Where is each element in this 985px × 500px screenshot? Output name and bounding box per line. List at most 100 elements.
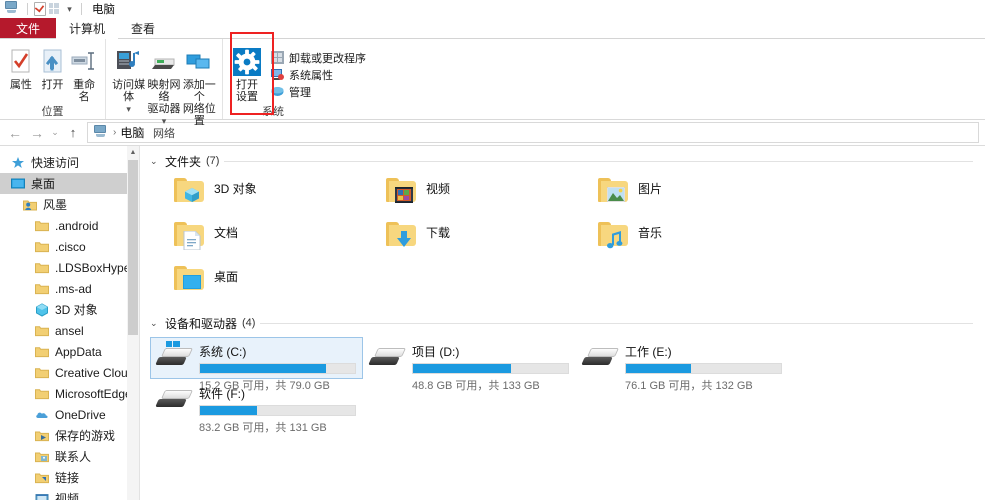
ribbon-group-network: 访问媒体 ▾ 映射网络 驱动器 ▾ 添加一个 网络位置 网络 bbox=[105, 39, 222, 140]
sidebar-item[interactable]: MicrosoftEdgeBa bbox=[0, 383, 139, 404]
sidebar-item[interactable]: 快速访问 bbox=[0, 152, 139, 173]
access-media-button[interactable]: 访问媒体 ▾ bbox=[111, 43, 146, 115]
drive-name: 工作 (E:) bbox=[625, 345, 672, 359]
drives-chevron-down-icon[interactable]: ⌄ bbox=[150, 318, 160, 329]
music-folder-icon bbox=[596, 220, 630, 250]
open-button[interactable]: 打开 bbox=[37, 43, 69, 91]
sidebar-item-label: ansel bbox=[55, 323, 84, 338]
sidebar-item[interactable]: .ms-ad bbox=[0, 278, 139, 299]
computer-icon bbox=[4, 1, 20, 17]
rename-icon bbox=[70, 47, 98, 77]
drive-icon bbox=[368, 342, 407, 372]
sidebar-item[interactable]: 保存的游戏 bbox=[0, 425, 139, 446]
folder-tile[interactable]: 文档 bbox=[150, 220, 362, 264]
sidebar-item[interactable]: AppData bbox=[0, 341, 139, 362]
sidebar-item[interactable]: .android bbox=[0, 215, 139, 236]
sidebar-item[interactable]: 视频 bbox=[0, 488, 139, 500]
drive-free-space-text: 48.8 GB 可用，共 133 GB bbox=[412, 380, 540, 392]
tab-computer[interactable]: 计算机 bbox=[56, 18, 119, 39]
folder-icon bbox=[34, 281, 50, 297]
sidebar-item[interactable]: 桌面 bbox=[0, 173, 139, 194]
recent-locations-button[interactable]: ⌄ bbox=[48, 122, 62, 144]
drive-tile[interactable]: 系统 (C:) 15.2 GB 可用，共 79.0 GB bbox=[150, 337, 363, 392]
folders-group-header[interactable]: ⌄ 文件夹 (7) bbox=[150, 152, 985, 170]
quick-access-paste-icon[interactable] bbox=[47, 2, 62, 17]
map-drive-chevron-down-icon[interactable]: ▾ bbox=[162, 116, 167, 126]
add-network-location-button[interactable]: 添加一个 网络位置 bbox=[182, 43, 217, 127]
ribbon-group-location-label: 位置 bbox=[41, 106, 64, 118]
downloads-folder-icon bbox=[384, 220, 418, 250]
sidebar-item[interactable]: .cisco bbox=[0, 236, 139, 257]
drive-capacity-fill bbox=[413, 364, 511, 373]
folder-tile[interactable]: 图片 bbox=[574, 176, 786, 220]
sidebar-item-label: .cisco bbox=[55, 239, 86, 254]
properties-button[interactable]: 属性 bbox=[5, 43, 37, 91]
folder-icon bbox=[34, 386, 50, 402]
drives-group-count: (4) bbox=[242, 317, 256, 329]
sidebar-item[interactable]: Creative Cloud Fi bbox=[0, 362, 139, 383]
folder-tile[interactable]: 音乐 bbox=[574, 220, 786, 264]
ribbon-group-network-label: 网络 bbox=[153, 128, 175, 140]
ribbon-tabstrip: 文件 计算机 查看 bbox=[0, 18, 985, 39]
ribbon-group-system-label: 系统 bbox=[262, 106, 284, 118]
add-network-location-label: 添加一个 bbox=[182, 79, 216, 103]
sidebar-item[interactable]: 风墨 bbox=[0, 194, 139, 215]
drive-tile[interactable]: 工作 (E:) 76.1 GB 可用，共 132 GB bbox=[576, 337, 789, 392]
quick-access-customize-caret-icon[interactable]: ▾ bbox=[62, 2, 77, 17]
folder-tile-label: 下载 bbox=[426, 226, 451, 240]
drives-group-header[interactable]: ⌄ 设备和驱动器 (4) bbox=[150, 314, 985, 332]
folder-tile-label: 音乐 bbox=[638, 226, 663, 240]
uninstall-change-program-item[interactable]: 卸载或更改程序 bbox=[267, 49, 369, 66]
titlebar-divider bbox=[27, 3, 28, 15]
folder-tile[interactable]: 视频 bbox=[362, 176, 574, 220]
folder-tile[interactable]: 3D 对象 bbox=[150, 176, 362, 220]
open-settings-button[interactable]: 打开 设置 bbox=[233, 43, 261, 103]
drive-capacity-fill bbox=[200, 406, 258, 415]
up-button[interactable]: ↑ bbox=[62, 122, 84, 144]
forward-button[interactable]: → bbox=[26, 122, 48, 144]
back-button[interactable]: ← bbox=[4, 122, 26, 144]
sidebar-item[interactable]: ansel bbox=[0, 320, 139, 341]
sidebar-item[interactable]: 联系人 bbox=[0, 446, 139, 467]
sidebar-item[interactable]: OneDrive bbox=[0, 404, 139, 425]
contacts-icon bbox=[34, 449, 50, 465]
tab-file[interactable]: 文件 bbox=[0, 18, 57, 38]
navigation-scrollbar-thumb[interactable] bbox=[128, 160, 138, 335]
drive-icon bbox=[155, 384, 194, 414]
sidebar-item-label: OneDrive bbox=[55, 407, 106, 422]
folder-tile[interactable]: 桌面 bbox=[150, 264, 362, 308]
drive-tile[interactable]: 项目 (D:) 48.8 GB 可用，共 133 GB bbox=[363, 337, 576, 392]
manage-item[interactable]: 管理 bbox=[267, 83, 369, 100]
drive-free-space-text: 76.1 GB 可用，共 132 GB bbox=[625, 380, 753, 392]
address-computer-icon bbox=[93, 124, 109, 141]
folder-tile[interactable]: 下载 bbox=[362, 220, 574, 264]
desktop-icon bbox=[10, 176, 26, 192]
sidebar-item[interactable]: 链接 bbox=[0, 467, 139, 488]
map-drive-icon bbox=[150, 47, 178, 77]
map-network-drive-button[interactable]: 映射网络 驱动器 ▾ bbox=[146, 43, 181, 127]
access-media-chevron-down-icon[interactable]: ▾ bbox=[126, 104, 131, 114]
drives-grid: 系统 (C:) 15.2 GB 可用，共 79.0 GB 项目 (D:) 48.8 G… bbox=[150, 332, 985, 434]
sidebar-item-label: .ms-ad bbox=[55, 281, 92, 296]
sidebar-item-label: AppData bbox=[55, 344, 102, 359]
sidebar-item[interactable]: 3D 对象 bbox=[0, 299, 139, 320]
tab-view[interactable]: 查看 bbox=[118, 18, 168, 38]
manage-label: 管理 bbox=[289, 86, 311, 99]
folders-group-title: 文件夹 bbox=[165, 154, 202, 169]
sidebar-item[interactable]: .LDSBoxHypervis bbox=[0, 257, 139, 278]
sidebar-item-label: 链接 bbox=[55, 471, 80, 485]
system-properties-item[interactable]: 系统属性 bbox=[267, 66, 369, 83]
videos-icon bbox=[34, 491, 50, 500]
quick-access-properties-icon[interactable] bbox=[32, 2, 47, 17]
onedrive-icon bbox=[34, 407, 50, 423]
sidebar-item-label: .android bbox=[55, 218, 99, 233]
rename-button[interactable]: 重命名 bbox=[68, 43, 100, 103]
navigation-scroll-up-button[interactable]: ▲ bbox=[127, 146, 139, 159]
folders-chevron-down-icon[interactable]: ⌄ bbox=[150, 156, 160, 167]
folder-icon bbox=[34, 323, 50, 339]
drive-capacity-bar bbox=[625, 363, 782, 374]
open-settings-label: 打开 bbox=[236, 79, 258, 91]
folder-icon bbox=[34, 260, 50, 276]
uninstall-change-program-label: 卸载或更改程序 bbox=[289, 52, 366, 65]
drive-tile[interactable]: 软件 (F:) 83.2 GB 可用，共 131 GB bbox=[150, 379, 363, 434]
